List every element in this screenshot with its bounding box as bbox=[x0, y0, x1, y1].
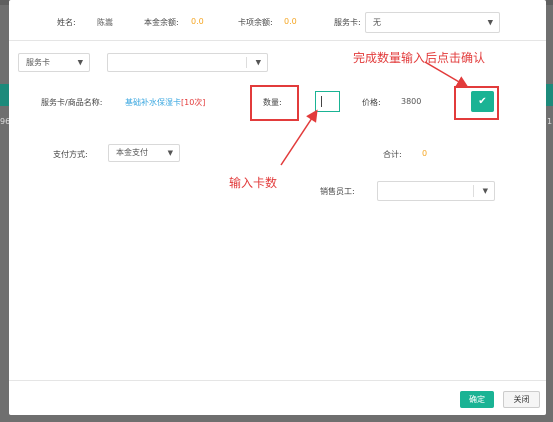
item-name-label: 服务卡/商品名称: bbox=[41, 98, 103, 107]
principal-balance-label: 本金余额: bbox=[144, 18, 179, 27]
payment-method-value: 本金支付 bbox=[116, 148, 148, 157]
quantity-annotation: 输入卡数 bbox=[229, 176, 278, 190]
service-card-label: 服务卡: bbox=[334, 18, 361, 27]
close-button[interactable]: 关闭 bbox=[503, 391, 540, 408]
product-select[interactable]: ▼ bbox=[107, 53, 268, 72]
item-name-link[interactable]: 基础补水保湿卡[10次] bbox=[125, 97, 205, 108]
select-separator bbox=[473, 185, 474, 197]
text-cursor bbox=[321, 96, 322, 107]
payment-method-select[interactable]: 本金支付 ▼ bbox=[108, 144, 180, 162]
quantity-highlight-box bbox=[250, 85, 299, 121]
footer-divider bbox=[9, 380, 546, 381]
item-count-value: [10次] bbox=[181, 98, 206, 107]
card-balance-label: 卡项余额: bbox=[238, 18, 273, 27]
confirm-annotation: 完成数量输入后点击确认 bbox=[353, 51, 486, 65]
card-balance-value: 0.0 bbox=[284, 17, 297, 26]
chevron-down-icon: ▼ bbox=[482, 187, 488, 195]
principal-balance-value: 0.0 bbox=[191, 17, 204, 26]
chevron-down-icon: ▼ bbox=[487, 18, 493, 26]
total-label: 合计: bbox=[383, 150, 402, 159]
price-label: 价格: bbox=[362, 98, 381, 107]
category-select-value: 服务卡 bbox=[26, 58, 50, 67]
quantity-input[interactable] bbox=[315, 91, 340, 112]
item-name-value: 基础补水保湿卡 bbox=[125, 98, 181, 107]
name-label: 姓名: bbox=[57, 18, 76, 27]
background-tab-left bbox=[0, 84, 9, 106]
background-tab-right bbox=[546, 84, 553, 106]
chevron-down-icon: ▼ bbox=[77, 58, 83, 66]
price-value: 3800 bbox=[401, 97, 422, 106]
ok-button[interactable]: 确定 bbox=[460, 391, 494, 408]
service-card-select[interactable]: 无 ▼ bbox=[365, 12, 500, 33]
service-card-select-value: 无 bbox=[373, 18, 381, 27]
payment-method-label: 支付方式: bbox=[53, 150, 88, 159]
background-number-right: 1 bbox=[547, 117, 553, 126]
select-separator bbox=[246, 57, 247, 68]
name-value: 陈嵩 bbox=[97, 18, 113, 27]
confirm-highlight-box bbox=[454, 86, 499, 120]
total-value: 0 bbox=[422, 149, 428, 158]
sales-staff-select[interactable]: ▼ bbox=[377, 181, 495, 201]
divider bbox=[9, 40, 546, 41]
chevron-down-icon: ▼ bbox=[167, 149, 173, 157]
chevron-down-icon: ▼ bbox=[255, 58, 261, 66]
category-select[interactable]: 服务卡 ▼ bbox=[18, 53, 90, 72]
sales-staff-label: 销售员工: bbox=[320, 187, 355, 196]
